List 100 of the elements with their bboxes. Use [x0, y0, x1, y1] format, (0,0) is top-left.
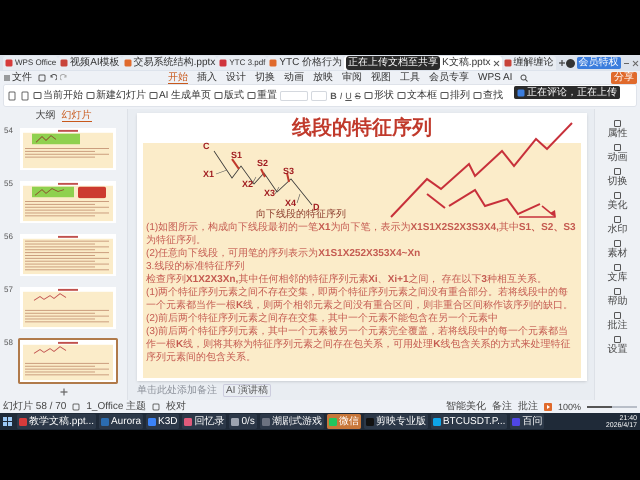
square-icon — [613, 143, 622, 152]
ribbon-button[interactable]: 重置 — [247, 90, 278, 100]
square-icon — [472, 91, 482, 100]
document-tab[interactable]: 缠解缠论 — [502, 56, 556, 70]
menu-tab[interactable]: 放映 — [313, 72, 333, 84]
taskbar-item[interactable]: 0/s — [229, 414, 257, 429]
document-tab[interactable]: 视频AI模板 — [58, 56, 122, 70]
document-tab[interactable]: WPS Office — [3, 56, 58, 70]
format-button[interactable]: I — [340, 90, 342, 100]
windows-icon[interactable] — [3, 417, 12, 426]
taskbar-item[interactable]: Aurora — [99, 414, 144, 429]
sidebar-button[interactable]: 动画 — [608, 143, 628, 163]
file-menu[interactable]: 文件 — [12, 72, 32, 83]
square-icon — [86, 91, 95, 100]
ribbon-button[interactable]: 排列 — [440, 90, 470, 100]
document-tab[interactable]: 正在上传文档至共享 K文稿.pptx — [344, 56, 502, 70]
sidebar-button[interactable]: 美化 — [608, 191, 628, 211]
play-icon[interactable] — [544, 402, 552, 410]
upload-toast: 正在上传文档至共享 — [346, 56, 440, 70]
sidebar-button[interactable]: 切换 — [608, 167, 628, 187]
ribbon-button[interactable]: AI 生成单页 — [149, 90, 212, 100]
close-icon[interactable] — [632, 60, 638, 66]
ribbon-button[interactable]: 形状 — [364, 90, 394, 100]
taskbar-item[interactable]: BTCUSDT.P... — [430, 414, 508, 429]
beautify-button[interactable]: 智能美化 — [446, 401, 486, 412]
ai-button[interactable]: AI 演讲稿 — [223, 384, 272, 397]
comments-button[interactable]: 批注 — [518, 401, 538, 412]
sidebar-button[interactable]: 素材 — [608, 239, 628, 259]
size-field[interactable] — [311, 90, 328, 100]
theme-icon — [72, 402, 80, 410]
format-button[interactable]: S — [354, 90, 361, 100]
square-icon — [33, 91, 42, 100]
diagram-label: C — [203, 141, 210, 151]
sidebar-button[interactable]: 批注 — [608, 311, 628, 331]
proofread-icon — [152, 402, 160, 410]
slide-number: 56 — [4, 232, 14, 241]
document-icon — [504, 59, 512, 67]
slide-counter: 幻灯片 58 / 70 — [3, 401, 66, 412]
ribbon-button[interactable]: 查找 — [472, 90, 503, 100]
proofread-button[interactable]: 校对 — [166, 401, 186, 412]
app-icon — [148, 418, 156, 426]
menu-tab[interactable]: 工具 — [400, 72, 420, 84]
slide-paragraph: (3)前后两个特征序列元素，其中一个元素被另一个元素完全覆盖，若将线段中的每一个元素都当作一根K线，则将其称为特征序列元素之间存在包关系，可用处理K线包含关系的方式来处理特征序列元素间的包含关系。 — [146, 325, 572, 364]
search-icon[interactable] — [520, 74, 528, 82]
sidebar-button[interactable]: 帮助 — [608, 287, 628, 307]
slide-title: 线段的特征序列 — [290, 116, 433, 141]
theme-label[interactable]: 1_Office 主题 — [86, 401, 146, 412]
ribbon-button[interactable]: 版式 — [214, 90, 244, 100]
vip-button[interactable]: 会员特权 — [576, 57, 620, 69]
menu-tab[interactable]: 设计 — [226, 72, 246, 84]
app-icon — [184, 418, 192, 426]
slide-thumbnail[interactable] — [18, 338, 118, 384]
square-icon — [214, 91, 224, 100]
ribbon-button[interactable]: 当前开始 — [33, 90, 83, 100]
document-tab[interactable]: YTC 价格行为 — [267, 56, 344, 70]
menu-tab[interactable]: 视图 — [371, 72, 391, 84]
taskbar-item[interactable]: K3D — [146, 414, 180, 429]
document-tab[interactable]: YTC 3.pdf — [217, 56, 268, 70]
slide-number: 54 — [4, 126, 14, 135]
comment-toast: 正在评论，正在上传 — [514, 86, 620, 99]
add-slide-icon[interactable] — [60, 388, 68, 396]
menu-icon[interactable] — [3, 74, 11, 82]
taskbar-item[interactable]: 回忆录 — [182, 414, 226, 429]
format-button[interactable]: B — [330, 90, 337, 100]
document-icon — [219, 59, 228, 67]
menu-tab[interactable]: 审阅 — [342, 72, 362, 84]
taskbar-item[interactable]: 教学文稿.ppt... — [17, 414, 96, 429]
sidebar-button[interactable]: 属性 — [608, 119, 628, 139]
avatar-icon[interactable] — [566, 58, 574, 68]
panel-tab[interactable]: 幻灯片 — [62, 110, 92, 122]
font-field[interactable] — [280, 90, 308, 100]
square-icon — [613, 167, 622, 176]
menu-tab[interactable]: 切换 — [255, 72, 275, 84]
diagram-caption: 向下线段的特征序列 — [256, 209, 346, 220]
menu-tab[interactable]: 动画 — [284, 72, 304, 84]
square-icon — [613, 215, 622, 224]
undo-icon[interactable] — [49, 74, 57, 82]
taskbar-item[interactable]: 百问 — [510, 414, 544, 429]
slide-paragraph: 3.线段的标准特征序列 — [146, 260, 246, 273]
sidebar-button[interactable]: 设置 — [608, 335, 628, 355]
square-icon — [396, 91, 406, 100]
diagram-label: S2 — [257, 158, 268, 168]
menu-tab[interactable]: 插入 — [197, 72, 217, 84]
format-button[interactable]: U — [345, 90, 352, 100]
slide-paragraph: (1)两个特征序列元素之间不存在交集，即两个特征序列元素之间没有重合部分。若将线段中的每一个元素都当作一根K线，则两个相邻元素之间没有重合区间，则非重合区间称作该序列的缺口。 — [146, 286, 574, 312]
diagram-label: X1 — [203, 169, 214, 179]
ribbon-button[interactable]: 新建幻灯片 — [86, 90, 146, 100]
sidebar-button[interactable]: 文库 — [608, 263, 628, 283]
ribbon-button[interactable]: 文本框 — [396, 90, 437, 100]
menu-tab[interactable]: WPS AI — [478, 72, 512, 84]
add-icon[interactable] — [558, 59, 566, 67]
taskbar-item[interactable]: 潮剧式游戏 — [260, 414, 324, 429]
document-tab[interactable]: 交易系统结构.pptx — [122, 56, 218, 70]
sidebar-button[interactable]: 水印 — [608, 215, 628, 235]
panel-tab[interactable]: 大纲 — [36, 110, 56, 122]
close-icon[interactable] — [492, 60, 500, 66]
square-icon — [149, 91, 158, 100]
menu-tab[interactable]: 会员专享 — [429, 72, 469, 84]
notes-button[interactable]: 备注 — [492, 401, 512, 412]
taskbar-item[interactable]: 剪映专业版 — [364, 414, 428, 429]
